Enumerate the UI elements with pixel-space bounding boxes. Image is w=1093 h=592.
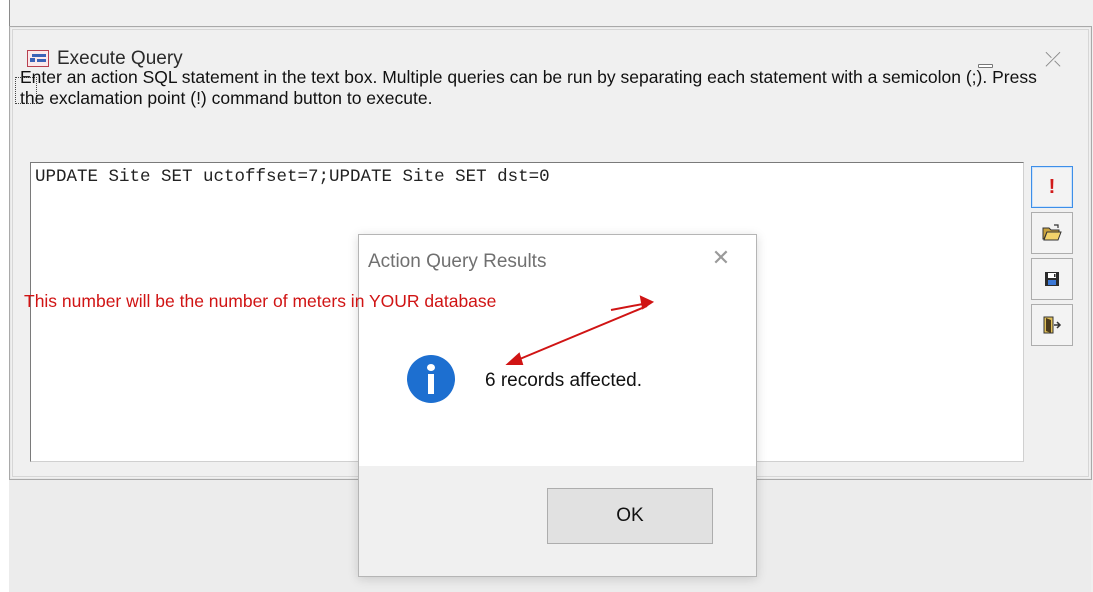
close-icon: ✕ [711, 246, 731, 271]
open-button[interactable] [1031, 212, 1073, 254]
screen: Execute Query ⤫ Enter an action SQL stat… [0, 0, 1093, 592]
window-titlebar: Execute Query ⤫ [10, 27, 1091, 71]
dialog-title: Action Query Results [368, 251, 547, 272]
annotation-note: This number will be the number of meters… [24, 291, 497, 311]
form-icon [27, 50, 49, 67]
exclamation-icon: ! [1048, 176, 1056, 198]
save-button[interactable] [1031, 258, 1073, 300]
instructions-text: Enter an action SQL statement in the tex… [20, 67, 1037, 108]
dialog-close-button[interactable]: ✕ [709, 247, 733, 271]
sql-text: UPDATE Site SET uctoffset=7;UPDATE Site … [35, 167, 550, 187]
dialog-message: 6 records affected. [485, 370, 643, 391]
action-query-results-dialog: Action Query Results ✕ 6 records affecte… [358, 234, 757, 577]
exit-door-icon [1043, 316, 1062, 334]
save-disk-icon [1045, 272, 1059, 286]
exit-button[interactable] [1031, 304, 1073, 346]
open-folder-icon [1042, 224, 1062, 241]
info-icon [407, 355, 455, 403]
ok-button[interactable]: OK [547, 488, 713, 544]
close-button[interactable]: ⤫ [1042, 49, 1064, 69]
execute-button[interactable]: ! [1031, 166, 1073, 208]
